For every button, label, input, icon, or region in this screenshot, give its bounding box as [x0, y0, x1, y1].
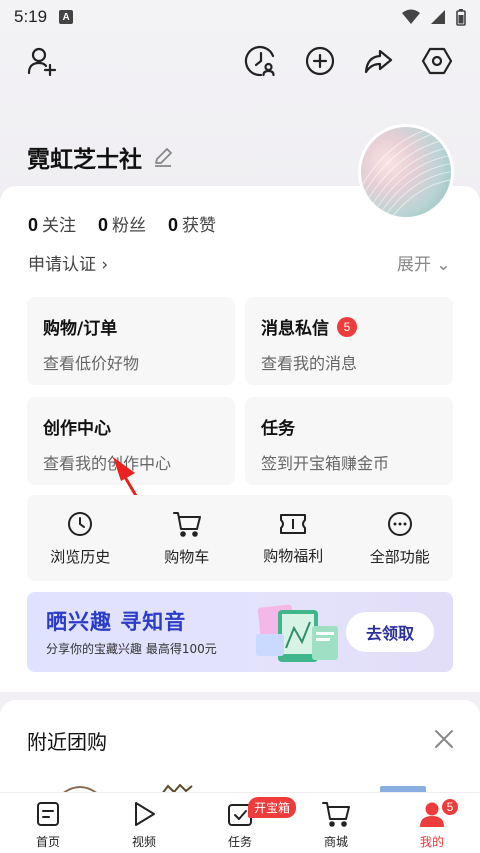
shopping-benefits-button[interactable]: 购物福利 [240, 495, 347, 581]
tile-subtitle: 查看低价好物 [43, 354, 140, 373]
play-icon [135, 802, 155, 826]
tile-subtitle: 查看我的消息 [261, 354, 358, 373]
tasks-tile[interactable]: 任务 签到开宝箱赚金币 [245, 397, 453, 485]
settings-button[interactable] [420, 44, 454, 78]
quick-label: 全部功能 [369, 547, 430, 566]
close-icon[interactable] [432, 727, 456, 751]
hexagon-settings-icon [421, 47, 453, 75]
more-icon [387, 511, 412, 536]
tile-title: 消息私信 [261, 319, 329, 339]
nav-me[interactable]: 我的 [384, 793, 480, 853]
stat-likes[interactable]: 0 获赞 [168, 211, 216, 236]
tile-title: 购物/订单 [43, 319, 118, 339]
nav-label: 我的 [419, 835, 444, 849]
profile-name-row: 霓虹芝士社 [27, 140, 174, 174]
tile-title: 任务 [261, 419, 295, 439]
add-friend-button[interactable] [25, 44, 59, 78]
cart-icon [172, 511, 201, 537]
avatar-pattern [361, 127, 451, 217]
tile-subtitle: 签到开宝箱赚金币 [261, 454, 390, 473]
messages-tile[interactable]: 消息私信 5 查看我的消息 [245, 297, 453, 385]
status-time: 5:19 [14, 7, 48, 26]
message-count-badge: 5 [337, 316, 357, 337]
tile-title: 创作中心 [43, 419, 111, 439]
expand-toggle[interactable]: 展开 ⌄ [397, 250, 451, 275]
shopping-cart-button[interactable]: 购物车 [134, 495, 241, 581]
browse-history-button[interactable]: 浏览历史 [27, 495, 134, 581]
clock-icon [68, 511, 93, 536]
share-button[interactable] [361, 44, 395, 78]
stat-fans[interactable]: 0 粉丝 [98, 211, 146, 236]
ticket-icon [280, 513, 307, 534]
nav-mall[interactable]: 商城 [288, 793, 384, 853]
all-functions-button[interactable]: 全部功能 [347, 495, 454, 581]
me-notification-badge: 5 [440, 797, 460, 817]
edit-pencil-icon[interactable] [152, 146, 174, 168]
notification-a-icon: A [59, 10, 74, 24]
banner-subtitle: 分享你的宝藏兴趣 最高得100元 [46, 642, 217, 656]
status-icons [402, 8, 466, 26]
claim-button[interactable]: 去领取 [346, 612, 434, 652]
interest-banner[interactable]: 晒兴趣 寻知音 分享你的宝藏兴趣 最高得100元 去领取 [27, 592, 453, 672]
banner-illustration [256, 604, 338, 662]
add-user-icon [27, 47, 57, 77]
bottom-navigation: 首页 视频 任务 商城 我的 [0, 792, 480, 853]
signal-icon [431, 10, 445, 24]
plus-circle-icon [305, 46, 335, 76]
home-icon [37, 802, 59, 826]
quick-actions: 浏览历史 购物车 购物福利 全部功能 [27, 495, 453, 581]
status-bar: 5:19 A [0, 0, 480, 34]
add-button[interactable] [303, 44, 337, 78]
shopping-orders-tile[interactable]: 购物/订单 查看低价好物 [27, 297, 235, 385]
nearby-title: 附近团购 [27, 730, 107, 754]
nav-label: 首页 [35, 835, 60, 849]
stat-following[interactable]: 0 关注 [28, 211, 76, 236]
share-icon [364, 49, 393, 74]
nav-video[interactable]: 视频 [96, 793, 192, 853]
nav-home[interactable]: 首页 [0, 793, 96, 853]
nav-label: 商城 [323, 835, 348, 849]
quick-label: 购物福利 [263, 546, 324, 565]
profile-name: 霓虹芝士社 [27, 147, 142, 173]
wifi-icon [402, 9, 420, 24]
visitor-button[interactable] [244, 44, 278, 78]
quick-label: 浏览历史 [50, 547, 111, 566]
nav-label: 视频 [131, 835, 156, 849]
apply-verification-link[interactable]: 申请认证 › [28, 250, 108, 275]
visitor-clock-icon [244, 46, 275, 77]
nav-label: 任务 [227, 835, 252, 849]
banner-title: 晒兴趣 寻知音 [46, 610, 187, 634]
avatar[interactable] [358, 124, 454, 220]
cart-icon [322, 802, 350, 827]
battery-icon [456, 8, 466, 26]
profile-stats: 0 关注 0 粉丝 0 获赞 [28, 211, 216, 236]
quick-label: 购物车 [164, 547, 210, 566]
task-treasure-badge: 开宝箱 [248, 797, 297, 818]
